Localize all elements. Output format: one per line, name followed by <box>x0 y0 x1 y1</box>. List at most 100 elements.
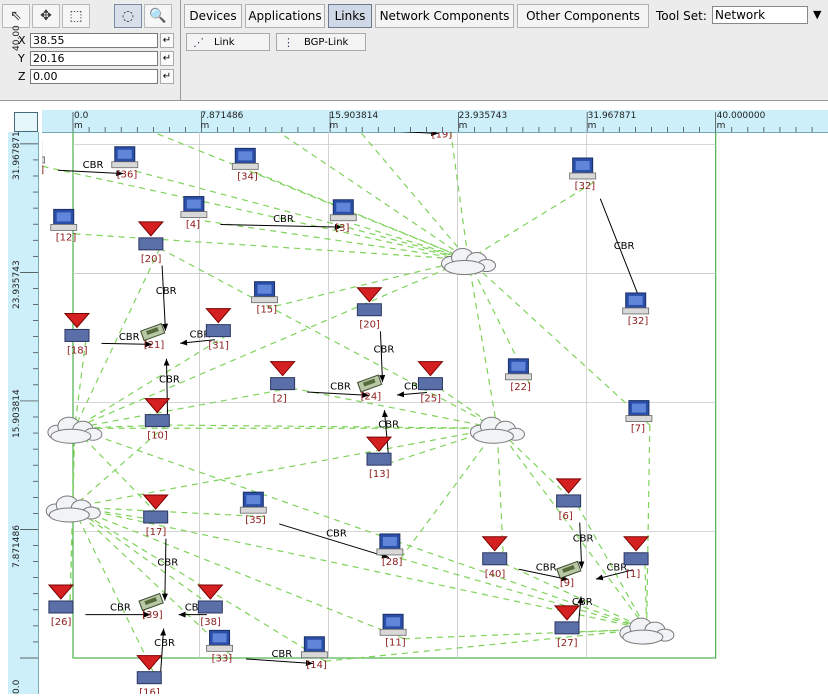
node-label: [33] <box>212 653 233 664</box>
link-button[interactable]: ⋰ Link <box>186 33 270 51</box>
wireless-link <box>467 259 651 426</box>
antenna-icon: [26] <box>47 584 74 628</box>
computer-icon: [15] <box>251 281 278 316</box>
node-label: [30] <box>42 165 44 176</box>
computer-icon: [36] <box>111 146 139 181</box>
tab-other-components[interactable]: Other Components <box>517 4 649 28</box>
cloud-icon <box>45 495 101 523</box>
zoom-tool-button[interactable]: 🔍 <box>144 4 172 28</box>
wireless-link <box>467 259 498 429</box>
lasso-select-button[interactable]: ◌ <box>114 4 142 28</box>
node-label: [25] <box>420 394 441 405</box>
cbr-label: CBR <box>330 382 351 393</box>
rect-select-button[interactable]: ⬚ <box>62 4 90 28</box>
computer-icon: [11] <box>379 613 407 648</box>
node-label: [7] <box>631 424 645 435</box>
topology-drawing: CBR CBR CBR CBR CBR CBR CBR CBR CBR CBR CBR CBR CBR C… <box>18 14 717 697</box>
x-coordinate-row: X 38.55 ↵ <box>18 32 174 48</box>
computer-icon: [34] <box>231 147 259 182</box>
computer-icon: [28] <box>376 533 404 568</box>
y-coordinate-row: Y 20.16 ↵ <box>18 50 174 66</box>
h-ruler-ticks <box>72 112 813 132</box>
node-label: [6] <box>559 511 573 522</box>
computer-icon: [30] <box>18 141 45 176</box>
antenna-icon: [20] <box>137 221 164 265</box>
cbr-label: CBR <box>536 562 557 573</box>
node-label: [34] <box>237 171 258 182</box>
router-icon: [9] <box>556 560 582 589</box>
link-button-label: Link <box>214 36 235 48</box>
pan-tool-button[interactable]: ✥ <box>32 4 60 28</box>
cbr-label: CBR <box>378 419 399 430</box>
cbr-label: CBR <box>157 558 178 569</box>
tab-devices[interactable]: Devices <box>184 4 242 28</box>
antenna-icon: [20] <box>356 287 383 331</box>
node-label: [13] <box>369 469 390 480</box>
main-toolbar: ⇖ ✥ ⬚ ◌ 🔍 Devices Applications Links Network Co… <box>0 0 828 101</box>
wireless-link <box>467 181 594 261</box>
cbr-label: CBR <box>271 649 292 660</box>
y-coordinate-field[interactable]: 20.16 <box>30 50 158 66</box>
cbr-label: CBR <box>110 603 131 614</box>
computer-icon: [32] <box>569 157 597 192</box>
z-coordinate-field[interactable]: 0.00 <box>30 68 158 84</box>
node-label: [1] <box>626 569 640 580</box>
antenna-icon: [6] <box>555 478 582 522</box>
antenna-icon: [17] <box>142 494 169 538</box>
chevron-down-icon[interactable]: ▼ <box>813 8 821 21</box>
node-label: [17] <box>146 527 167 538</box>
ruler-corner[interactable] <box>14 112 38 132</box>
cbr-label: CBR <box>156 286 177 297</box>
cbr-label: CBR <box>273 214 294 225</box>
node-label: [20] <box>359 320 380 331</box>
cloud-icon <box>47 416 103 444</box>
wireless-link <box>353 223 469 261</box>
toolset-select[interactable]: Network <box>712 6 808 24</box>
cbr-label: CBR <box>573 534 594 545</box>
antenna-icon: [31] <box>205 308 232 352</box>
vertical-ruler: 40.00 31.967871 23.935743 15.903814 7.871486… <box>8 26 39 694</box>
x-coordinate-field[interactable]: 38.55 <box>30 32 158 48</box>
antenna-icon: [25] <box>417 361 444 405</box>
wireless-link <box>183 67 469 261</box>
antenna-icon: [16] <box>136 655 163 697</box>
router-icon: [24] <box>356 374 383 402</box>
bgp-link-button[interactable]: ⋮ BGP-Link <box>276 33 366 51</box>
network-canvas[interactable]: CBR CBR CBR CBR CBR CBR CBR CBR CBR CBR CBR CBR CBR C… <box>18 14 828 697</box>
tab-applications[interactable]: Applications <box>245 4 325 28</box>
node-label: [21] <box>144 340 165 351</box>
node-label: [40] <box>485 569 506 580</box>
node-label: [22] <box>510 382 531 393</box>
node-label: [38] <box>200 617 221 628</box>
enter-icon[interactable]: ↵ <box>160 32 174 48</box>
link-icon: ⋰ <box>193 35 204 49</box>
node-label: [18] <box>67 345 88 356</box>
computer-icon: [14] <box>300 636 328 671</box>
area-grid <box>72 14 717 659</box>
wireless-link <box>325 628 647 662</box>
tab-links[interactable]: Links <box>328 4 372 28</box>
node-label: [9] <box>560 578 574 589</box>
tab-network-components[interactable]: Network Components <box>375 4 514 28</box>
node-label: [12] <box>56 232 77 243</box>
antenna-icon: [38] <box>197 584 224 628</box>
z-coordinate-row: Z 0.00 ↵ <box>18 68 174 84</box>
node-label: [26] <box>51 617 72 628</box>
cloud-icon <box>469 416 525 444</box>
node-label: [15] <box>257 305 278 316</box>
enter-icon[interactable]: ↵ <box>160 68 174 84</box>
antenna-icon: [40] <box>481 536 508 580</box>
wireless-link <box>645 425 651 630</box>
enter-icon[interactable]: ↵ <box>160 50 174 66</box>
node-label: [10] <box>147 431 168 442</box>
node-label: [4] <box>186 220 200 231</box>
cbr-link <box>382 410 389 453</box>
node-label: [36] <box>117 170 138 181</box>
cbr-link <box>163 358 170 415</box>
z-label: Z <box>18 69 26 83</box>
cbr-link <box>161 265 169 331</box>
bgp-link-icon: ⋮ <box>283 35 294 49</box>
computer-icon: [22] <box>505 358 532 393</box>
node-label: [19] <box>432 132 453 141</box>
computer-icon: [7] <box>625 400 653 435</box>
